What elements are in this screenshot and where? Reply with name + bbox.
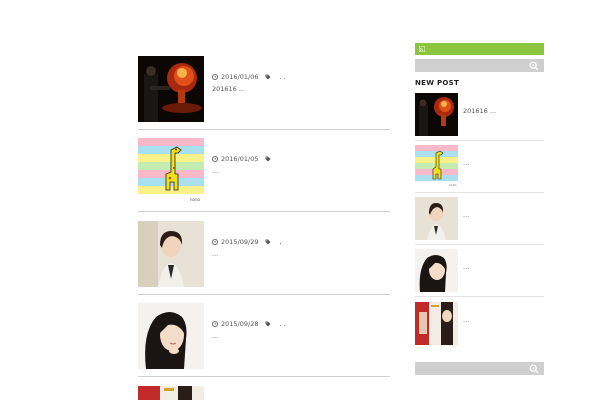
new-post-thumbnail[interactable]: [415, 302, 458, 345]
new-post-thumbnail[interactable]: [415, 197, 458, 240]
new-post-thumbnail[interactable]: [415, 249, 458, 292]
post-excerpt: ...: [212, 250, 219, 258]
post-item[interactable]: 2016/01/06 . . 201616 ...: [138, 56, 390, 122]
new-post-text[interactable]: ...: [463, 159, 469, 167]
post-meta: 2015/09/29 ,: [212, 238, 282, 246]
post-tags[interactable]: . .: [280, 73, 286, 81]
new-post-divider: [415, 140, 544, 141]
clock-icon: [212, 74, 218, 80]
post-divider: [138, 211, 390, 212]
post-tags[interactable]: ,: [280, 238, 282, 246]
post-date: 2015/09/29: [221, 238, 259, 246]
new-post-item[interactable]: 201616 ...: [415, 93, 544, 137]
post-item[interactable]: 2015/09/28 . . ...: [138, 303, 390, 369]
tag-icon: [265, 156, 271, 162]
new-post-item[interactable]: ...: [415, 197, 544, 241]
post-meta: 2015/09/28 . .: [212, 320, 286, 328]
post-item[interactable]: [138, 386, 390, 400]
search-bar[interactable]: [415, 59, 544, 72]
new-post-item[interactable]: ...: [415, 302, 544, 346]
post-date: 2016/01/06: [221, 73, 259, 81]
svg-text:nono: nono: [190, 197, 201, 202]
post-divider: [138, 376, 390, 377]
new-post-text[interactable]: ...: [463, 263, 469, 271]
svg-text:nono: nono: [449, 183, 457, 187]
clock-icon: [212, 156, 218, 162]
post-meta: 2016/01/06 . .: [212, 73, 286, 81]
post-thumbnail[interactable]: nono: [138, 138, 204, 204]
post-excerpt: 201616 ...: [212, 85, 246, 93]
new-post-thumbnail[interactable]: nono: [415, 145, 458, 188]
post-divider: [138, 294, 390, 295]
post-tags[interactable]: . .: [280, 320, 286, 328]
new-post-divider: [415, 296, 544, 297]
clock-icon: [212, 321, 218, 327]
clock-icon: [212, 239, 218, 245]
new-post-divider: [415, 192, 544, 193]
tag-icon: [265, 74, 271, 80]
new-post-thumbnail[interactable]: [415, 93, 458, 136]
search-bar[interactable]: [415, 362, 544, 375]
post-thumbnail[interactable]: [138, 386, 204, 400]
new-post-divider: [415, 244, 544, 245]
search-icon[interactable]: [529, 364, 539, 374]
post-date: 2016/01/05: [221, 155, 259, 163]
post-thumbnail[interactable]: [138, 221, 204, 287]
post-excerpt: ...: [212, 167, 219, 175]
post-meta: 2016/01/05: [212, 155, 280, 163]
post-thumbnail[interactable]: [138, 56, 204, 122]
new-post-text[interactable]: ...: [463, 211, 469, 219]
post-excerpt: ...: [212, 332, 219, 340]
new-post-heading: NEW POST: [415, 79, 460, 87]
rss-bar[interactable]: [415, 43, 544, 55]
new-post-item[interactable]: nono ...: [415, 145, 544, 189]
tag-icon: [265, 321, 271, 327]
post-thumbnail[interactable]: [138, 303, 204, 369]
new-post-text[interactable]: 201616 ...: [463, 107, 496, 115]
new-post-item[interactable]: ...: [415, 249, 544, 293]
post-item[interactable]: nono 2016/01/05 ...: [138, 138, 390, 204]
post-date: 2015/09/28: [221, 320, 259, 328]
new-post-text[interactable]: ...: [463, 316, 469, 324]
rss-icon[interactable]: [419, 46, 425, 52]
post-item[interactable]: 2015/09/29 , ...: [138, 221, 390, 287]
tag-icon: [265, 239, 271, 245]
search-icon[interactable]: [529, 61, 539, 71]
post-divider: [138, 129, 390, 130]
